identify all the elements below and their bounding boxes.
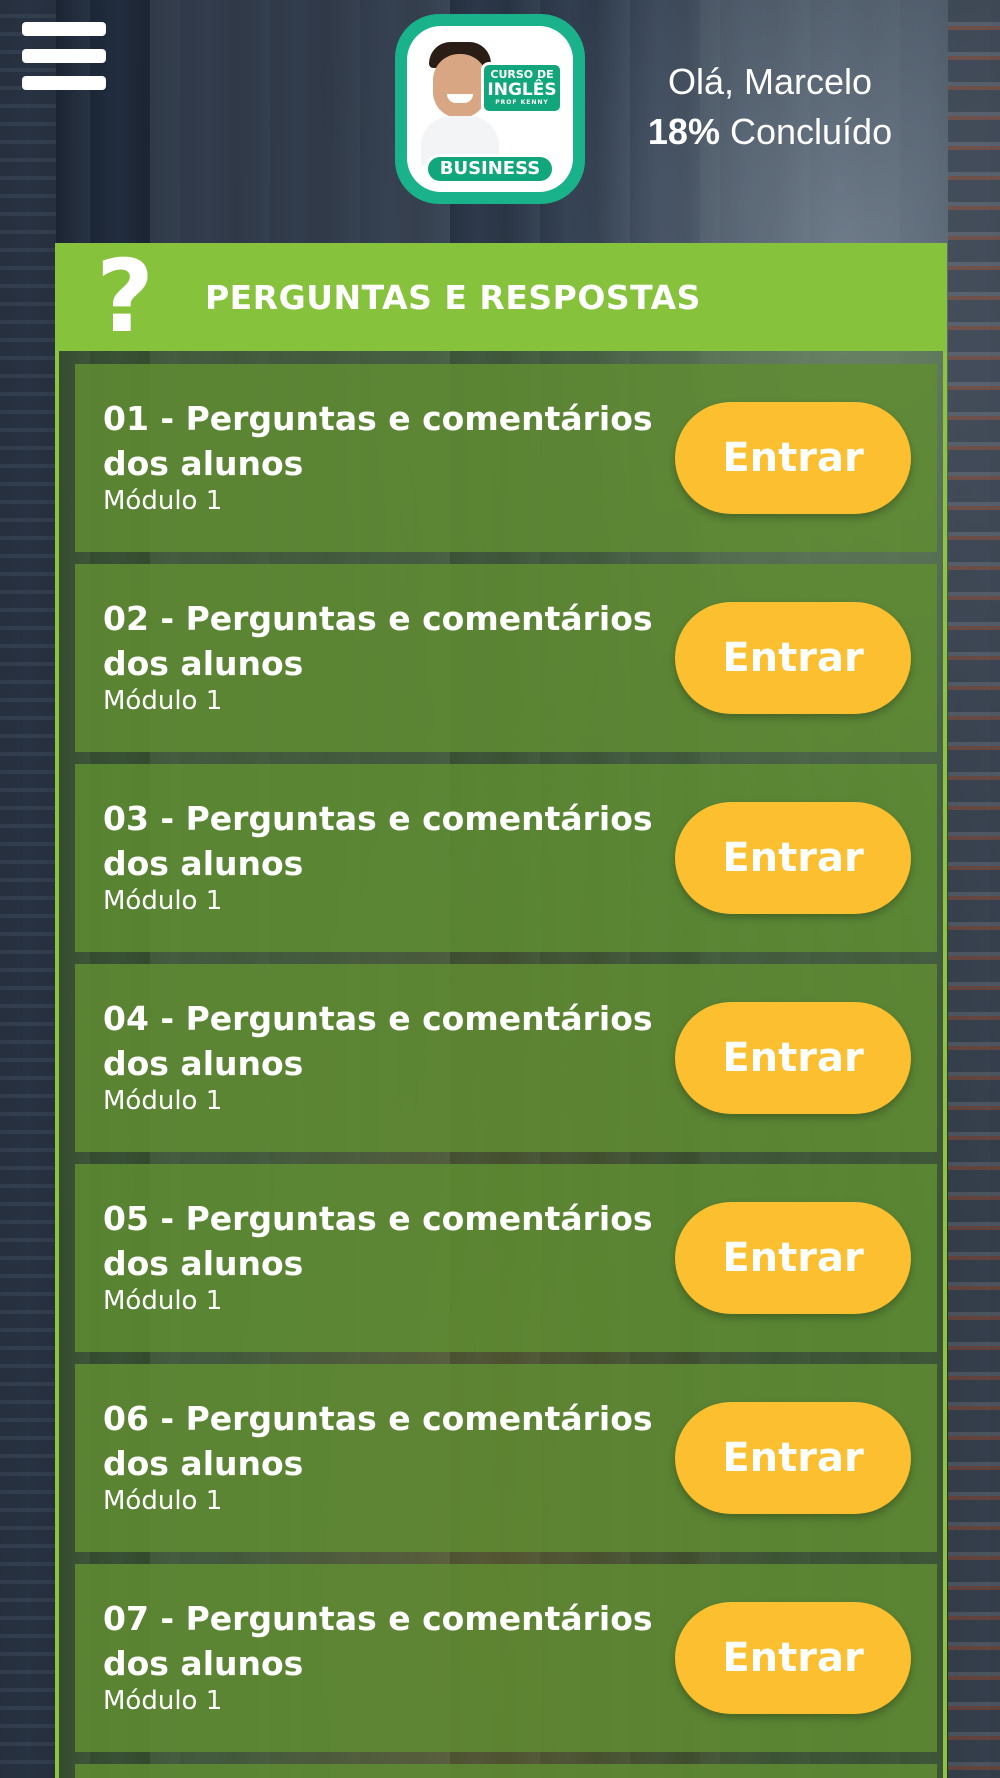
section-title: PERGUNTAS E RESPOSTAS bbox=[205, 277, 701, 317]
enter-button[interactable]: Entrar bbox=[675, 802, 911, 914]
user-greeting: Olá, Marcelo 18% Concluído bbox=[610, 58, 930, 158]
logo-business-label: BUSINESS bbox=[425, 154, 555, 184]
app-logo: CURSO DE INGLÊS PROF KENNY BUSINESS bbox=[395, 14, 585, 204]
item-title: 05 - Perguntas e comentários dos alunos bbox=[103, 1199, 653, 1283]
enter-button[interactable]: Entrar bbox=[675, 1202, 911, 1314]
logo-badge-line3: PROF KENNY bbox=[495, 99, 549, 106]
progress-value: 18% bbox=[647, 111, 720, 152]
list-item: 01 - Perguntas e comentários dos alunos … bbox=[75, 364, 937, 552]
list-item: 06 - Perguntas e comentários dos alunos … bbox=[75, 1364, 937, 1552]
list-item: 04 - Perguntas e comentários dos alunos … bbox=[75, 964, 937, 1152]
enter-button[interactable]: Entrar bbox=[675, 1002, 911, 1114]
item-module: Módulo 1 bbox=[103, 1486, 223, 1516]
enter-button[interactable]: Entrar bbox=[675, 1402, 911, 1514]
item-module: Módulo 1 bbox=[103, 1086, 223, 1116]
hamburger-menu-icon[interactable] bbox=[22, 20, 106, 92]
background-building-left bbox=[0, 0, 56, 1778]
item-module: Módulo 1 bbox=[103, 1686, 223, 1716]
list-item: 02 - Perguntas e comentários dos alunos … bbox=[75, 564, 937, 752]
menu-bar bbox=[22, 49, 106, 63]
progress-label: Concluído bbox=[729, 111, 893, 152]
background-building-right bbox=[948, 0, 1000, 1778]
menu-bar bbox=[22, 76, 106, 90]
item-title: 01 - Perguntas e comentários dos alunos bbox=[103, 399, 653, 483]
enter-button[interactable]: Entrar bbox=[675, 1602, 911, 1714]
section-header: ? PERGUNTAS E RESPOSTAS bbox=[55, 243, 947, 351]
list-item: 07 - Perguntas e comentários dos alunos … bbox=[75, 1564, 937, 1752]
list-item-partial bbox=[75, 1764, 937, 1778]
item-title: 04 - Perguntas e comentários dos alunos bbox=[103, 999, 653, 1083]
item-module: Módulo 1 bbox=[103, 486, 223, 516]
question-mark-icon: ? bbox=[95, 238, 154, 355]
enter-button[interactable]: Entrar bbox=[675, 402, 911, 514]
list-item: 03 - Perguntas e comentários dos alunos … bbox=[75, 764, 937, 952]
item-title: 03 - Perguntas e comentários dos alunos bbox=[103, 799, 653, 883]
enter-button[interactable]: Entrar bbox=[675, 602, 911, 714]
logo-badge-line2: INGLÊS bbox=[487, 80, 557, 100]
item-title: 02 - Perguntas e comentários dos alunos bbox=[103, 599, 653, 683]
greeting-text: Olá, Marcelo bbox=[667, 61, 873, 102]
item-title: 06 - Perguntas e comentários dos alunos bbox=[103, 1399, 653, 1483]
menu-bar bbox=[22, 22, 106, 36]
logo-course-badge: CURSO DE INGLÊS PROF KENNY bbox=[481, 62, 563, 114]
list-item: 05 - Perguntas e comentários dos alunos … bbox=[75, 1164, 937, 1352]
item-module: Módulo 1 bbox=[103, 686, 223, 716]
item-module: Módulo 1 bbox=[103, 886, 223, 916]
item-module: Módulo 1 bbox=[103, 1286, 223, 1316]
logo-inner: CURSO DE INGLÊS PROF KENNY BUSINESS bbox=[407, 26, 573, 192]
progress-text: 18% Concluído bbox=[610, 106, 930, 158]
lesson-list: 01 - Perguntas e comentários dos alunos … bbox=[75, 364, 937, 1764]
item-title: 07 - Perguntas e comentários dos alunos bbox=[103, 1599, 653, 1683]
